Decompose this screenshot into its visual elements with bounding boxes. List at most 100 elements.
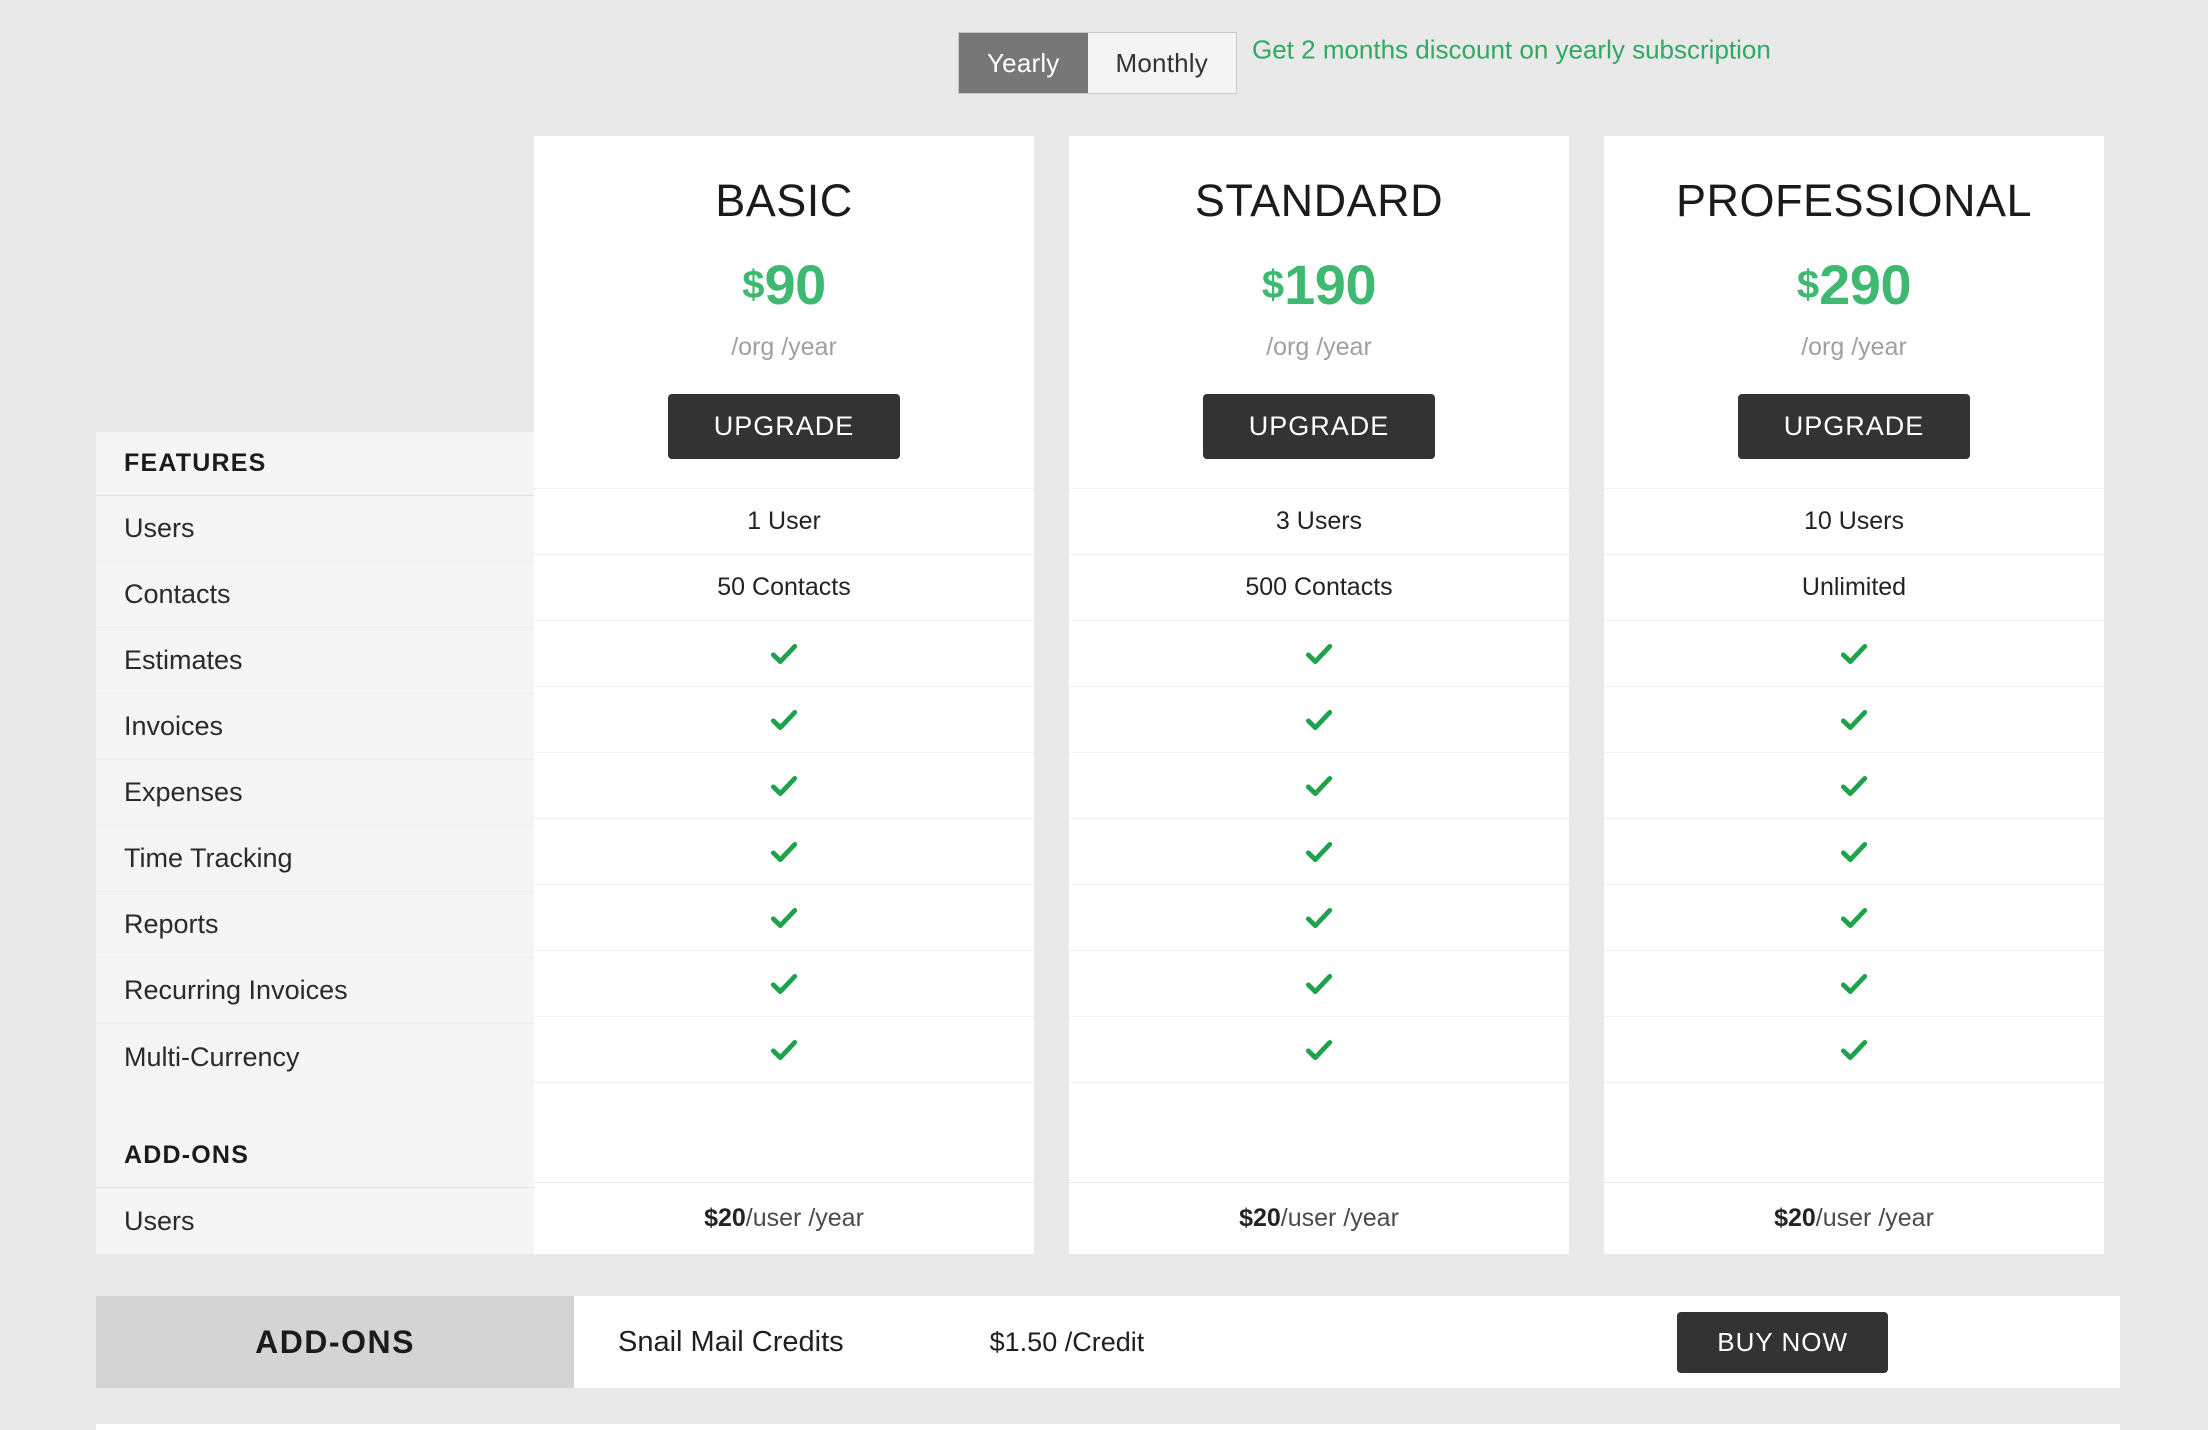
pricing-cards: BASIC $90 /org /year UPGRADE 1 User 50 C… <box>534 136 2104 1254</box>
cell-expenses <box>1069 752 1569 818</box>
check-icon <box>770 709 798 730</box>
buy-now-button[interactable]: BUY NOW <box>1677 1311 1888 1373</box>
plan-period: /org /year <box>1266 333 1372 361</box>
cell-contacts: 50 Contacts <box>534 554 1034 620</box>
cell-recurring-invoices <box>534 950 1034 1016</box>
plan-price: $290 <box>1604 254 2104 331</box>
cell-estimates <box>534 620 1034 686</box>
feature-row-users: Users <box>96 496 534 562</box>
cell-users: 10 Users <box>1604 488 2104 554</box>
billing-period-toggle[interactable]: Yearly Monthly <box>958 32 1237 94</box>
currency-symbol: $ <box>1796 263 1820 307</box>
plan-card-basic: BASIC $90 /org /year UPGRADE 1 User 50 C… <box>534 136 1034 1254</box>
feature-row-contacts: Contacts <box>96 562 534 628</box>
check-icon <box>770 643 798 664</box>
check-icon <box>1305 841 1333 862</box>
cell-time-tracking <box>1604 818 2104 884</box>
plan-card-standard: STANDARD $190 /org /year UPGRADE 3 Users… <box>1069 136 1569 1254</box>
cell-addon-users: $20 /user /year <box>1604 1182 2104 1254</box>
check-icon <box>770 973 798 994</box>
check-icon <box>1305 709 1333 730</box>
plan-price: $190 <box>1069 254 1569 331</box>
addons-heading: ADD-ONS <box>96 1124 534 1188</box>
check-icon <box>770 907 798 928</box>
check-icon <box>1305 775 1333 796</box>
cell-time-tracking <box>1069 818 1569 884</box>
check-icon <box>1840 643 1868 664</box>
currency-symbol: $ <box>1261 263 1285 307</box>
check-icon <box>1305 973 1333 994</box>
check-icon <box>1840 907 1868 928</box>
addon-price-amount: $20 <box>704 1204 746 1232</box>
plan-header: PROFESSIONAL $290 /org /year UPGRADE <box>1604 136 2104 488</box>
cell-multi-currency <box>1069 1016 1569 1082</box>
cell-addons-gap <box>1604 1082 2104 1182</box>
currency-symbol: $ <box>742 263 765 307</box>
check-icon <box>1840 709 1868 730</box>
billing-toggle-bar: Yearly Monthly Get 2 months discount on … <box>0 0 2208 100</box>
addon-price-unit: /user /year <box>1280 1204 1399 1232</box>
cell-invoices <box>534 686 1034 752</box>
cell-contacts: Unlimited <box>1604 554 2104 620</box>
price-amount: 90 <box>764 253 826 316</box>
cell-estimates <box>1069 620 1569 686</box>
features-section-gap <box>96 1090 534 1124</box>
upgrade-button[interactable]: UPGRADE <box>667 394 901 459</box>
check-icon <box>770 841 798 862</box>
addon-price-amount: $20 <box>1239 1204 1281 1232</box>
plan-name: PROFESSIONAL <box>1675 175 2033 226</box>
plan-name: STANDARD <box>1194 175 1444 226</box>
addon-price-unit: /user /year <box>1815 1204 1934 1232</box>
cell-multi-currency <box>534 1016 1034 1082</box>
cell-expenses <box>1604 752 2104 818</box>
feature-row-expenses: Expenses <box>96 760 534 826</box>
plan-period: /org /year <box>731 333 837 361</box>
upgrade-button[interactable]: UPGRADE <box>1737 394 1971 459</box>
feature-row-recurring-invoices: Recurring Invoices <box>96 958 534 1024</box>
plan-header: STANDARD $190 /org /year UPGRADE <box>1069 136 1569 488</box>
plan-period: /org /year <box>1801 333 1907 361</box>
features-heading: FEATURES <box>96 432 534 496</box>
feature-row-reports: Reports <box>96 892 534 958</box>
cell-addons-gap <box>534 1082 1034 1182</box>
plan-card-professional: PROFESSIONAL $290 /org /year UPGRADE 10 … <box>1604 136 2104 1254</box>
cell-reports <box>534 884 1034 950</box>
price-amount: 290 <box>1819 253 1912 316</box>
cell-reports <box>1604 884 2104 950</box>
check-icon <box>1305 1039 1333 1060</box>
cell-recurring-invoices <box>1604 950 2104 1016</box>
check-icon <box>1840 775 1868 796</box>
cell-invoices <box>1069 686 1569 752</box>
toggle-monthly[interactable]: Monthly <box>1087 33 1236 93</box>
addon-price-unit: /user /year <box>745 1204 864 1232</box>
addons-bar-label-text: ADD-ONS <box>255 1323 415 1360</box>
addons-bar-body: Snail Mail Credits $1.50 /Credit BUY NOW <box>574 1296 2120 1388</box>
cell-addon-users: $20 /user /year <box>1069 1182 1569 1254</box>
cell-users: 1 User <box>534 488 1034 554</box>
footer-strip <box>96 1424 2120 1430</box>
addon-item-rate: $1.50 /Credit <box>989 1326 1145 1357</box>
cell-estimates <box>1604 620 2104 686</box>
cell-contacts: 500 Contacts <box>1069 554 1569 620</box>
check-icon <box>1840 973 1868 994</box>
check-icon <box>1305 907 1333 928</box>
cell-invoices <box>1604 686 2104 752</box>
addons-bar-label: ADD-ONS <box>96 1296 594 1388</box>
toggle-yearly[interactable]: Yearly <box>959 33 1088 93</box>
features-panel: FEATURES Users Contacts Estimates Invoic… <box>96 432 534 1254</box>
feature-row-time-tracking: Time Tracking <box>96 826 534 892</box>
upgrade-button[interactable]: UPGRADE <box>1202 394 1436 459</box>
cell-reports <box>1069 884 1569 950</box>
check-icon <box>1840 1039 1868 1060</box>
plan-name: BASIC <box>715 175 853 226</box>
cell-time-tracking <box>534 818 1034 884</box>
addons-bar: ADD-ONS Snail Mail Credits $1.50 /Credit… <box>96 1296 2120 1388</box>
check-icon <box>770 1039 798 1060</box>
plan-price: $90 <box>534 254 1034 331</box>
addon-row-users: Users <box>124 1205 195 1236</box>
addon-item-name: Snail Mail Credits <box>618 1325 844 1358</box>
feature-row-invoices: Invoices <box>96 694 534 760</box>
cell-users: 3 Users <box>1069 488 1569 554</box>
cell-multi-currency <box>1604 1016 2104 1082</box>
cell-expenses <box>534 752 1034 818</box>
